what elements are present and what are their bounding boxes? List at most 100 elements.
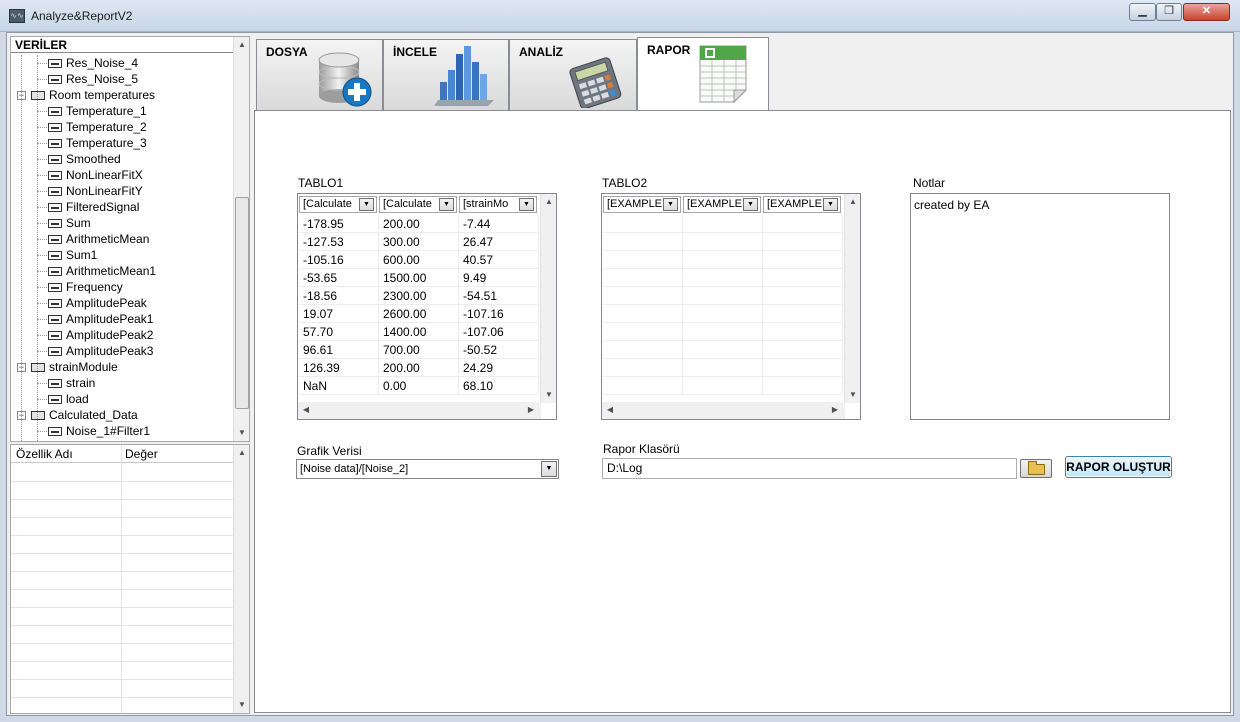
tree-item[interactable]: FilteredSignal xyxy=(48,199,139,215)
tree-item[interactable]: Sum1 xyxy=(48,247,97,263)
table-cell[interactable]: 200.00 xyxy=(379,215,459,233)
table-cell[interactable] xyxy=(683,233,763,251)
table-cell[interactable] xyxy=(603,341,683,359)
scroll-up-arrow-icon[interactable]: ▲ xyxy=(845,194,860,210)
column-header[interactable]: [EXAMPLE ▼ xyxy=(683,196,761,213)
tree-item[interactable]: AmplitudePeak2 xyxy=(48,327,153,343)
table-cell[interactable]: 0.00 xyxy=(379,377,459,395)
chevron-down-icon[interactable]: ▼ xyxy=(439,198,454,211)
property-grid[interactable]: Özellik Adı Değer ▲ ▼ xyxy=(10,444,250,714)
property-scrollbar[interactable]: ▲ ▼ xyxy=(233,445,249,713)
table-cell[interactable]: 96.61 xyxy=(299,341,379,359)
tree-item[interactable]: NonLinearFitX xyxy=(48,167,143,183)
table-cell[interactable]: 1400.00 xyxy=(379,323,459,341)
close-button[interactable]: ✕ xyxy=(1183,3,1230,21)
tree-item[interactable]: AmplitudePeak1 xyxy=(48,311,153,327)
table-cell[interactable] xyxy=(763,359,843,377)
tree-item[interactable]: Temperature_1 xyxy=(48,103,147,119)
table-cell[interactable] xyxy=(683,287,763,305)
table-cell[interactable]: -107.16 xyxy=(459,305,539,323)
chevron-down-icon[interactable]: ▼ xyxy=(519,198,534,211)
table-cell[interactable] xyxy=(683,377,763,395)
tree-item[interactable]: strain xyxy=(48,375,95,391)
chevron-down-icon[interactable]: ▼ xyxy=(823,198,838,211)
tree-scrollbar[interactable]: ▲ ▼ xyxy=(233,37,249,441)
report-folder-input[interactable]: D:\Log xyxy=(602,458,1017,479)
table-cell[interactable] xyxy=(603,233,683,251)
tab-incele[interactable]: İNCELE xyxy=(383,39,509,111)
table-cell[interactable] xyxy=(763,251,843,269)
table-cell[interactable] xyxy=(603,251,683,269)
maximize-button[interactable]: ❐ xyxy=(1156,3,1182,21)
column-header[interactable]: [EXAMPLE ▼ xyxy=(763,196,841,213)
table-cell[interactable]: 57.70 xyxy=(299,323,379,341)
table-cell[interactable] xyxy=(763,305,843,323)
table-cell[interactable]: NaN xyxy=(299,377,379,395)
column-header[interactable]: [EXAMPLE ▼ xyxy=(603,196,681,213)
minimize-button[interactable]: ▁ xyxy=(1129,3,1156,21)
tree-item[interactable]: Temperature_3 xyxy=(48,135,147,151)
scroll-left-arrow-icon[interactable]: ◀ xyxy=(602,402,618,418)
table-cell[interactable]: -54.51 xyxy=(459,287,539,305)
table-cell[interactable] xyxy=(603,215,683,233)
table-cell[interactable]: -7.44 xyxy=(459,215,539,233)
chevron-down-icon[interactable]: ▼ xyxy=(359,198,374,211)
table-cell[interactable] xyxy=(683,251,763,269)
scroll-up-arrow-icon[interactable]: ▲ xyxy=(234,445,249,461)
table-cell[interactable] xyxy=(683,305,763,323)
table-cell[interactable]: -18.56 xyxy=(299,287,379,305)
table-cell[interactable]: -127.53 xyxy=(299,233,379,251)
table-cell[interactable]: -53.65 xyxy=(299,269,379,287)
table-cell[interactable] xyxy=(763,233,843,251)
table-cell[interactable] xyxy=(603,287,683,305)
table-cell[interactable]: 200.00 xyxy=(379,359,459,377)
tree-item[interactable]: Frequency xyxy=(48,279,123,295)
table-cell[interactable]: 26.47 xyxy=(459,233,539,251)
table-cell[interactable]: -107.06 xyxy=(459,323,539,341)
table-cell[interactable] xyxy=(683,341,763,359)
table2-grid[interactable]: [EXAMPLE ▼ [EXAMPLE ▼ [EXAMPLE ▼ ▲ ▼ ◀ ▶ xyxy=(601,193,861,420)
table-cell[interactable] xyxy=(683,359,763,377)
tree-item[interactable]: Res_Noise_4 xyxy=(48,55,138,71)
table-cell[interactable] xyxy=(763,269,843,287)
table1-horizontal-scrollbar[interactable]: ◀ ▶ xyxy=(298,402,541,419)
scroll-down-arrow-icon[interactable]: ▼ xyxy=(234,425,249,441)
data-tree[interactable]: VERİLER Res_Noise_4 Res_Noise_5 Room tempe… xyxy=(10,36,250,442)
table-cell[interactable] xyxy=(683,323,763,341)
table-cell[interactable] xyxy=(603,269,683,287)
chevron-down-icon[interactable]: ▼ xyxy=(743,198,758,211)
table-cell[interactable]: -50.52 xyxy=(459,341,539,359)
column-header[interactable]: [Calculate ▼ xyxy=(379,196,457,213)
table-cell[interactable] xyxy=(763,323,843,341)
table-cell[interactable]: 700.00 xyxy=(379,341,459,359)
tree-item[interactable]: AmplitudePeak xyxy=(48,295,147,311)
table-cell[interactable]: 2600.00 xyxy=(379,305,459,323)
chevron-down-icon[interactable]: ▼ xyxy=(663,198,678,211)
scroll-up-arrow-icon[interactable]: ▲ xyxy=(541,194,556,210)
table-cell[interactable]: 2300.00 xyxy=(379,287,459,305)
table-cell[interactable] xyxy=(603,377,683,395)
create-report-button[interactable]: RAPOR OLUŞTUR xyxy=(1065,456,1172,478)
scroll-right-arrow-icon[interactable]: ▶ xyxy=(523,402,539,418)
scroll-down-arrow-icon[interactable]: ▼ xyxy=(541,387,556,403)
table1-vertical-scrollbar[interactable]: ▲ ▼ xyxy=(540,194,556,403)
table2-horizontal-scrollbar[interactable]: ◀ ▶ xyxy=(602,402,845,419)
table-cell[interactable] xyxy=(603,305,683,323)
scroll-right-arrow-icon[interactable]: ▶ xyxy=(827,402,843,418)
tree-item[interactable]: load xyxy=(48,391,89,407)
table-cell[interactable] xyxy=(603,323,683,341)
tab-rapor[interactable]: RAPOR xyxy=(637,37,769,111)
tree-item[interactable]: Smoothed xyxy=(48,151,121,167)
table-cell[interactable]: -105.16 xyxy=(299,251,379,269)
scroll-down-arrow-icon[interactable]: ▼ xyxy=(234,697,249,713)
scroll-left-arrow-icon[interactable]: ◀ xyxy=(298,402,314,418)
notes-textarea[interactable]: created by EA xyxy=(910,193,1170,420)
table-cell[interactable]: 19.07 xyxy=(299,305,379,323)
table-cell[interactable]: 68.10 xyxy=(459,377,539,395)
tree-item[interactable]: Temperature_2 xyxy=(48,119,147,135)
tree-item[interactable]: NonLinearFitY xyxy=(48,183,143,199)
table-cell[interactable] xyxy=(763,341,843,359)
scroll-down-arrow-icon[interactable]: ▼ xyxy=(845,387,860,403)
tree-scroll-thumb[interactable] xyxy=(235,197,249,409)
tree-group[interactable]: Calculated_Data xyxy=(31,407,138,423)
